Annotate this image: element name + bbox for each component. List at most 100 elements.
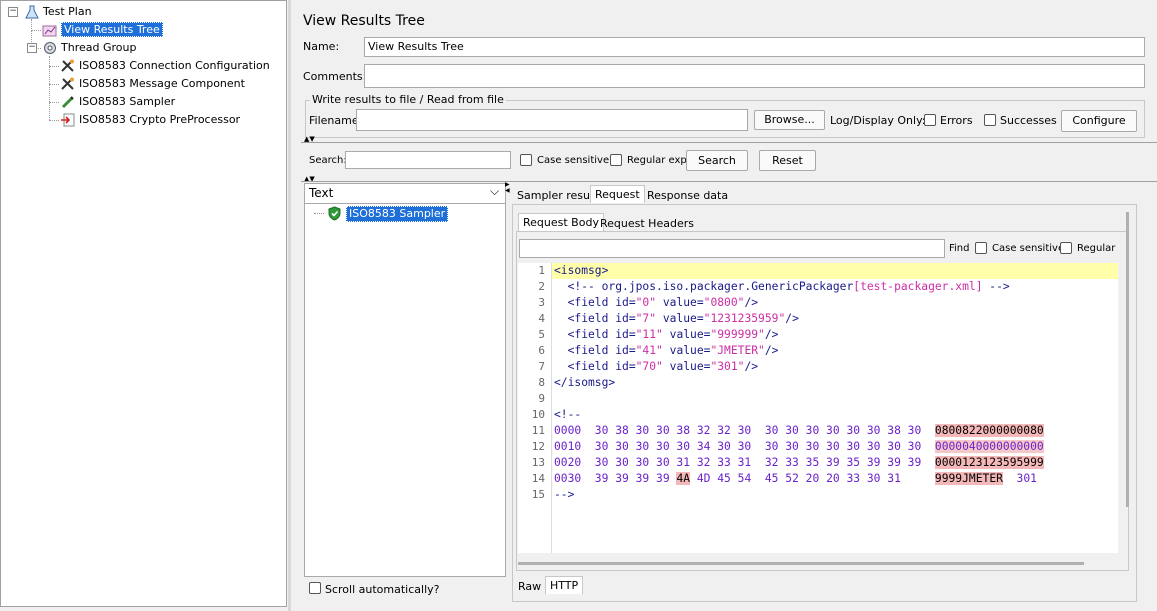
- divider: [301, 142, 1157, 143]
- line-number: 6: [538, 344, 545, 357]
- line-number: 5: [538, 328, 545, 341]
- errors-label: Errors: [940, 114, 973, 127]
- code-line: </isomsg>: [554, 376, 616, 389]
- request-body-editor[interactable]: 1 2 3 4 5 6 7 8 9 10 11 12 13 14 15 <iso…: [518, 263, 1118, 553]
- find-input[interactable]: [519, 239, 945, 258]
- code-line: 0020 30 30 30 30 31 32 33 31 32 33 35 39…: [554, 456, 1044, 469]
- tab-sampler-result[interactable]: Sampler result: [513, 187, 601, 205]
- name-label: Name:: [303, 40, 340, 53]
- reset-button[interactable]: Reset: [759, 150, 816, 171]
- line-number: 1: [538, 264, 545, 277]
- code-line: <field id="41" value="JMETER"/>: [554, 344, 779, 357]
- search-label: Search:: [309, 155, 347, 166]
- tree-item-test-plan[interactable]: Test Plan: [24, 4, 92, 20]
- thread-group-expander[interactable]: −: [27, 43, 37, 53]
- line-number: 13: [531, 456, 545, 469]
- tree-item-iso8583-connection-configuration[interactable]: ISO8583 Connection Configuration: [60, 58, 270, 74]
- code-line: 0030 39 39 39 39 4A 4D 45 54 45 52 20 20…: [554, 472, 1037, 485]
- line-number: 3: [538, 296, 545, 309]
- document-arrow-icon: [60, 113, 76, 127]
- regular-exp-label: Regular exp.: [627, 155, 690, 166]
- tree-item-label: ISO8583 Connection Configuration: [79, 59, 270, 72]
- tab-raw[interactable]: Raw: [514, 578, 545, 596]
- tab-request-body[interactable]: Request Body: [518, 213, 604, 231]
- find-regular-label: Regular ex: [1077, 243, 1119, 254]
- renderer-select[interactable]: Text ⌵: [305, 184, 505, 204]
- line-number: 8: [538, 376, 545, 389]
- search-input[interactable]: [345, 151, 511, 169]
- filename-field[interactable]: [356, 109, 748, 131]
- tab-http[interactable]: HTTP: [545, 576, 584, 594]
- sample-result-item[interactable]: ISO8583 Sampler: [346, 206, 449, 222]
- chevron-down-icon: ⌵: [490, 184, 500, 198]
- write-results-group-title: Write results to file / Read from file: [310, 93, 506, 106]
- tree-item-label: Thread Group: [61, 41, 137, 54]
- scroll-automatically-label: Scroll automatically?: [325, 583, 440, 596]
- comments-field[interactable]: [364, 64, 1145, 88]
- tree-item-label: Test Plan: [43, 5, 92, 18]
- code-line: <field id="0" value="0800"/>: [554, 296, 759, 309]
- chart-icon: [42, 23, 58, 37]
- name-field[interactable]: View Results Tree: [364, 37, 1145, 57]
- code-line: <!-- org.jpos.iso.packager.GenericPackag…: [554, 280, 1010, 293]
- line-number: 14: [531, 472, 545, 485]
- find-case-sensitive-label: Case sensitive: [992, 243, 1065, 254]
- errors-checkbox[interactable]: [924, 114, 936, 126]
- renderer-select-value: Text: [309, 186, 334, 200]
- find-case-sensitive-checkbox[interactable]: [975, 242, 987, 254]
- browse-button[interactable]: Browse...: [754, 110, 825, 130]
- line-number: 2: [538, 280, 545, 293]
- find-label: Find: [949, 243, 970, 254]
- vertical-scrollbar[interactable]: [1126, 212, 1129, 507]
- code-line: <field id="11" value="999999"/>: [554, 328, 779, 341]
- current-line-highlight: [552, 263, 1118, 279]
- find-regular-checkbox[interactable]: [1060, 242, 1072, 254]
- code-line: 0000 30 38 30 30 38 32 32 30 30 30 30 30…: [554, 424, 1044, 437]
- regular-exp-checkbox[interactable]: [610, 154, 622, 166]
- tab-request[interactable]: Request: [590, 185, 645, 203]
- pipette-icon: [60, 95, 76, 109]
- code-line: -->: [554, 488, 575, 501]
- horizontal-scrollbar[interactable]: [518, 562, 1084, 565]
- tree-item-iso8583-crypto-preprocessor[interactable]: ISO8583 Crypto PreProcessor: [60, 112, 240, 128]
- tree-item-view-results-tree[interactable]: View Results Tree: [42, 22, 163, 38]
- line-number: 4: [538, 312, 545, 325]
- results-list-panel: [304, 183, 506, 577]
- pane-splitter[interactable]: [288, 0, 291, 611]
- line-number: 10: [531, 408, 545, 421]
- case-sensitive-checkbox[interactable]: [520, 154, 532, 166]
- log-display-label: Log/Display Only:: [830, 114, 926, 127]
- search-button[interactable]: Search: [686, 150, 748, 171]
- divider: [301, 181, 1157, 182]
- test-plan-expander[interactable]: −: [8, 7, 18, 17]
- tab-response-data[interactable]: Response data: [643, 187, 732, 205]
- code-line: <!--: [554, 408, 582, 421]
- wrench-icon: [60, 77, 76, 91]
- line-number: 15: [531, 488, 545, 501]
- flask-icon: [24, 5, 40, 19]
- test-plan-tree[interactable]: − − Test Plan View Results Tree Thread G…: [0, 0, 287, 607]
- configure-button[interactable]: Configure: [1061, 110, 1137, 132]
- tree-item-label: ISO8583 Message Component: [79, 77, 245, 90]
- comments-label: Comments:: [303, 70, 367, 83]
- tree-item-thread-group[interactable]: Thread Group: [42, 40, 136, 56]
- successes-checkbox[interactable]: [984, 114, 996, 126]
- code-line: <field id="7" value="1231235959"/>: [554, 312, 799, 325]
- line-number-gutter: 1 2 3 4 5 6 7 8 9 10 11 12 13 14 15: [518, 263, 552, 553]
- line-number: 12: [531, 440, 545, 453]
- tree-item-iso8583-message-component[interactable]: ISO8583 Message Component: [60, 76, 245, 92]
- code-line: 0010 30 30 30 30 30 34 30 30 30 30 30 30…: [554, 440, 1044, 453]
- code-line: <isomsg>: [554, 264, 609, 277]
- page-title: View Results Tree: [303, 13, 425, 29]
- code-line: <field id="70" value="301"/>: [554, 360, 759, 373]
- splitter-arrows-icon[interactable]: ▶ ◀: [505, 182, 510, 194]
- tree-item-label: ISO8583 Crypto PreProcessor: [79, 113, 241, 126]
- tree-item-iso8583-sampler[interactable]: ISO8583 Sampler: [60, 94, 175, 110]
- tree-item-label: View Results Tree: [61, 22, 163, 37]
- filename-label: Filename: [309, 114, 359, 127]
- scroll-automatically-checkbox[interactable]: [309, 582, 321, 594]
- success-shield-icon: [327, 206, 342, 221]
- wrench-icon: [60, 59, 76, 73]
- tree-item-label: ISO8583 Sampler: [79, 95, 176, 108]
- line-number: 9: [538, 392, 545, 405]
